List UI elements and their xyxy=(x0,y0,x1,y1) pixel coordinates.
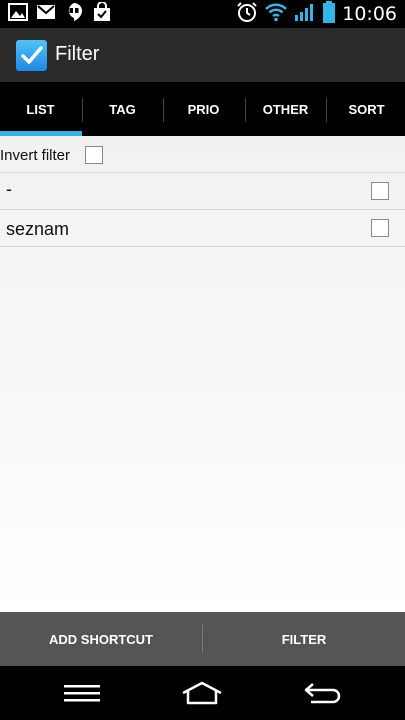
alarm-icon xyxy=(236,1,258,28)
list-item-label: - xyxy=(6,179,12,199)
hangouts-icon xyxy=(64,2,84,27)
home-icon[interactable] xyxy=(172,676,232,710)
tab-tag[interactable]: TAG xyxy=(82,82,163,136)
system-icons: 10:06 xyxy=(236,0,397,28)
checkbox-logo-icon[interactable] xyxy=(16,40,47,71)
list-item-checkbox[interactable] xyxy=(371,219,389,237)
mail-icon xyxy=(36,3,56,26)
list-item-checkbox[interactable] xyxy=(371,182,389,200)
wifi-icon xyxy=(264,2,288,27)
filter-button[interactable]: FILTER xyxy=(203,612,405,666)
invert-filter-label: Invert filter xyxy=(0,147,71,164)
action-bar: Filter xyxy=(0,28,405,82)
filter-list-panel: Invert filter - seznam xyxy=(0,136,405,612)
shopping-bag-icon xyxy=(92,0,112,27)
add-shortcut-button[interactable]: ADD SHORTCUT xyxy=(0,612,202,666)
bottom-button-bar: ADD SHORTCUT FILTER xyxy=(0,612,405,666)
battery-icon xyxy=(322,0,336,28)
signal-icon xyxy=(294,2,316,27)
clock: 10:06 xyxy=(342,3,397,25)
list-item[interactable]: - xyxy=(0,173,405,210)
invert-filter-row[interactable]: Invert filter xyxy=(0,136,405,173)
tab-prio[interactable]: PRIO xyxy=(163,82,244,136)
tab-other[interactable]: OTHER xyxy=(245,82,326,136)
back-icon[interactable] xyxy=(293,676,353,710)
page-title: Filter xyxy=(55,43,100,65)
tab-sort[interactable]: SORT xyxy=(326,82,405,136)
tab-list[interactable]: LIST xyxy=(0,82,81,136)
invert-filter-checkbox[interactable] xyxy=(85,146,103,164)
tab-bar: LIST TAG PRIO OTHER SORT xyxy=(0,82,405,136)
list-item[interactable]: seznam xyxy=(0,210,405,247)
status-bar: 10:06 xyxy=(0,0,405,28)
navigation-bar xyxy=(0,666,405,720)
menu-icon[interactable] xyxy=(52,676,112,710)
gallery-icon xyxy=(8,2,28,26)
list-item-label: seznam xyxy=(6,219,70,239)
notification-icons xyxy=(8,0,112,27)
